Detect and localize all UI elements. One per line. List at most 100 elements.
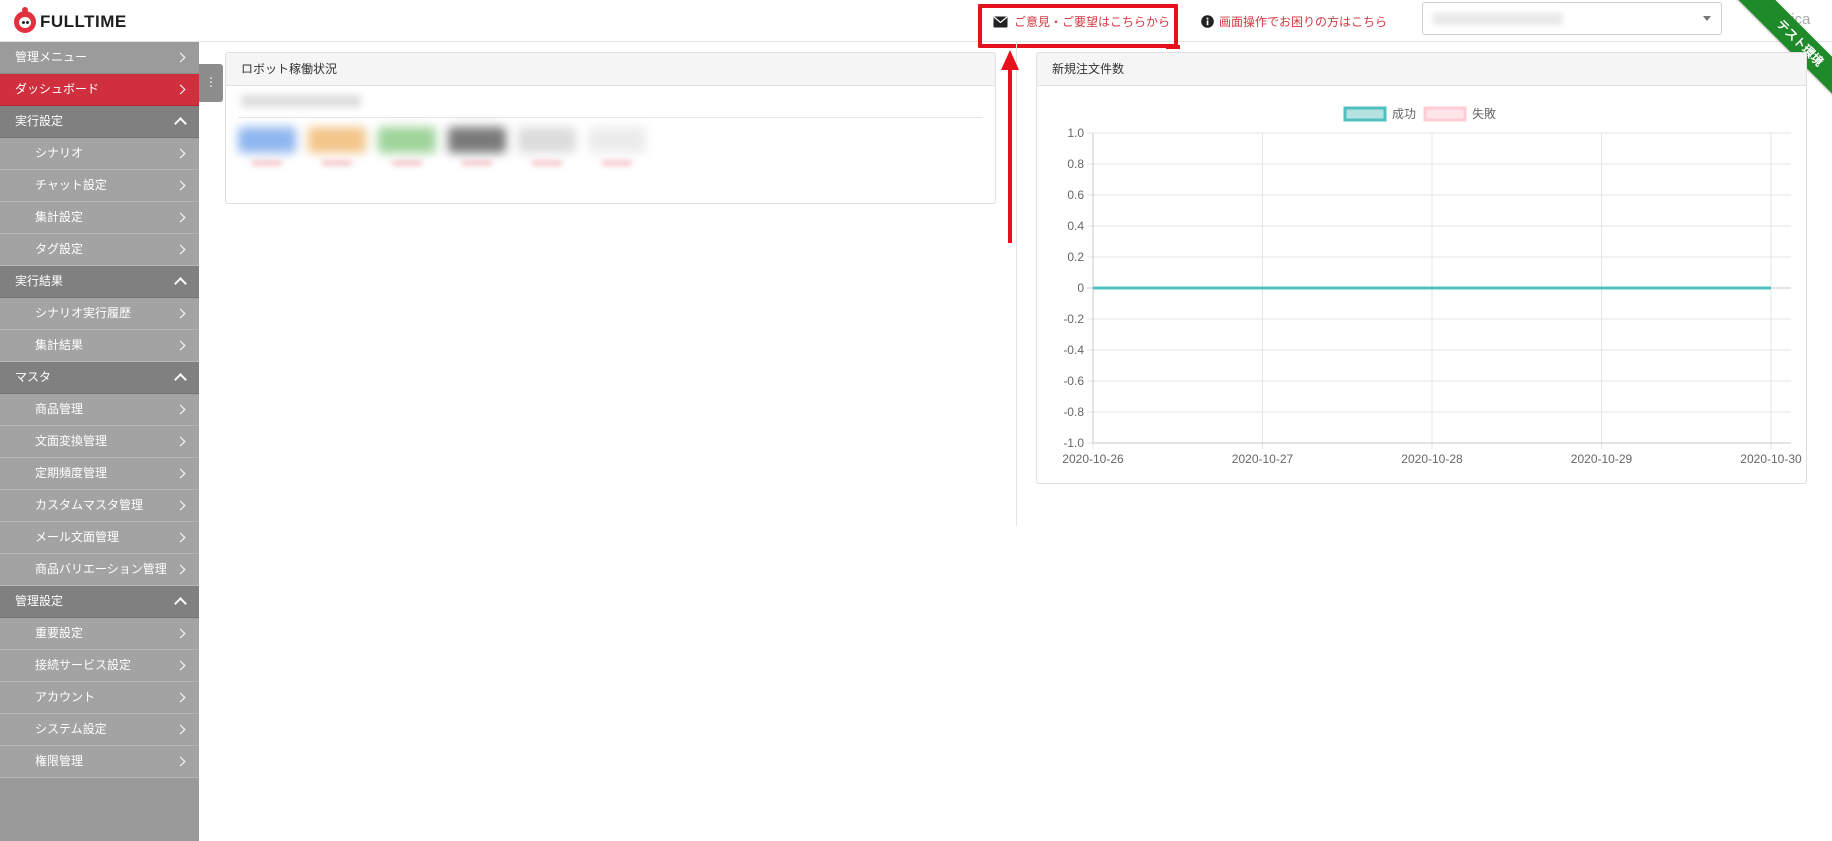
y-tick-label: -0.8: [1063, 405, 1084, 419]
sidebar-item[interactable]: シナリオ: [0, 138, 199, 170]
chevron-right-icon: [175, 84, 186, 95]
sidebar-item[interactable]: 重要設定: [0, 618, 199, 650]
robot-status-panel: ロボット稼働状況: [225, 52, 996, 204]
sidebar-item[interactable]: 文面変換管理: [0, 426, 199, 458]
sidebar-item-label: 集計結果: [35, 338, 84, 352]
chevron-right-icon: [175, 340, 186, 351]
sidebar-item-label: メール文面管理: [35, 530, 120, 544]
chevron-right-icon: [175, 148, 186, 159]
sidebar-item[interactable]: 集計設定: [0, 202, 199, 234]
sidebar-item[interactable]: 権限管理: [0, 746, 199, 778]
new-orders-chart: 1.0 0.8 0.6 0.4 0.2 0 -0.2 -0.4 -0.6 -0.8 -1.0 2020…: [1062, 106, 1802, 466]
chevron-right-icon: [175, 500, 186, 511]
chevron-up-icon: [174, 373, 187, 386]
sidebar-item[interactable]: カスタムマスタ管理: [0, 490, 199, 522]
sidebar-item-label: 実行設定: [15, 114, 64, 128]
environment-select[interactable]: [1422, 2, 1722, 35]
sidebar-item-label: 商品管理: [35, 402, 84, 416]
sidebar-section-header[interactable]: 実行結果: [0, 266, 199, 298]
sidebar-item[interactable]: 接続サービス設定: [0, 650, 199, 682]
y-tick-label: 0.2: [1067, 250, 1084, 264]
robot-status-chip-label: [602, 161, 632, 165]
logo-text: FULLTIME: [40, 12, 127, 31]
sidebar-item-label: カスタムマスタ管理: [35, 498, 144, 512]
chevron-right-icon: [175, 660, 186, 671]
annotation-arrow-line: [1008, 65, 1012, 243]
legend-label: 失敗: [1472, 106, 1496, 121]
sidebar-item-label: 商品バリエーション管理: [35, 562, 167, 576]
y-tick-label: -1.0: [1063, 436, 1084, 450]
sidebar-toggle-button[interactable]: ⋮: [199, 64, 223, 102]
legend-label: 成功: [1392, 107, 1416, 121]
x-tick-label: 2020-10-30: [1740, 452, 1802, 466]
sidebar-item[interactable]: シナリオ実行履歴: [0, 298, 199, 330]
chevron-right-icon: [175, 244, 186, 255]
sidebar-item-label: アカウント: [35, 690, 96, 704]
robot-status-title: ロボット稼働状況: [226, 53, 995, 86]
y-tick-label: 0: [1077, 281, 1084, 295]
sidebar-item[interactable]: ダッシュボード: [0, 74, 199, 106]
select-value-blurred: [1433, 13, 1563, 25]
x-tick-label: 2020-10-28: [1401, 452, 1463, 466]
sidebar-item-label: 定期頻度管理: [35, 466, 108, 480]
sidebar-item-label: タグ設定: [35, 242, 84, 256]
sidebar: 管理メニュー ダッシュボード実行設定シナリオチャット設定 集計設定タグ設定実行結果シ…: [0, 42, 199, 841]
sidebar-item-label: 管理設定: [15, 594, 64, 608]
info-icon: [1201, 15, 1214, 28]
sidebar-item[interactable]: チャット設定: [0, 170, 199, 202]
x-tick-label: 2020-10-27: [1232, 452, 1294, 466]
y-tick-label: -0.4: [1063, 343, 1084, 357]
sidebar-section-header[interactable]: 管理設定: [0, 586, 199, 618]
logo-mark-icon: [14, 11, 36, 33]
sidebar-item[interactable]: 集計結果: [0, 330, 199, 362]
robot-status-chip-label: [252, 161, 282, 165]
robot-status-chip-label: [532, 161, 562, 165]
sidebar-section-header[interactable]: マスタ: [0, 362, 199, 394]
sidebar-item[interactable]: 定期頻度管理: [0, 458, 199, 490]
x-tick-label: 2020-10-29: [1571, 452, 1633, 466]
chevron-right-icon: [175, 436, 186, 447]
chevron-right-icon: [175, 564, 186, 575]
chevron-up-icon: [174, 117, 187, 130]
chevron-right-icon: [175, 308, 186, 319]
new-orders-panel: 新規注文件数 1.0 0.8 0.6 0.4 0.2 0 -0.2 -0.4 -0.6 -0.8 -…: [1036, 52, 1807, 484]
sidebar-section-header[interactable]: 実行設定: [0, 106, 199, 138]
new-orders-title: 新規注文件数: [1037, 53, 1806, 86]
sidebar-item[interactable]: 商品管理: [0, 394, 199, 426]
chevron-right-icon: [175, 212, 186, 223]
y-tick-label: 0.6: [1067, 188, 1084, 202]
y-tick-label: 0.4: [1067, 219, 1084, 233]
chevron-up-icon: [174, 597, 187, 610]
chevron-up-icon: [174, 277, 187, 290]
fulltime-logo[interactable]: FULLTIME: [14, 10, 127, 34]
sidebar-item-label: マスタ: [15, 370, 52, 384]
y-tick-label: -0.6: [1063, 374, 1084, 388]
sidebar-item-label: シナリオ実行履歴: [35, 306, 132, 320]
robot-status-chip-label: [322, 161, 352, 165]
robot-subtitle-blurred: [241, 95, 361, 107]
robot-status-chip: [588, 127, 646, 153]
chevron-right-icon: [175, 756, 186, 767]
y-tick-label: 0.8: [1067, 157, 1084, 171]
legend-swatch: [1423, 106, 1467, 122]
sidebar-item[interactable]: 商品バリエーション管理: [0, 554, 199, 586]
chevron-right-icon: [175, 404, 186, 415]
sidebar-item[interactable]: システム設定: [0, 714, 199, 746]
sidebar-item[interactable]: タグ設定: [0, 234, 199, 266]
column-divider: [1016, 42, 1017, 526]
panel-divider: [238, 117, 983, 118]
sidebar-item-label: システム設定: [35, 722, 107, 736]
robot-status-chip: [518, 127, 576, 153]
sidebar-item[interactable]: 管理メニュー: [0, 42, 199, 74]
sidebar-item-label: チャット設定: [35, 178, 107, 192]
chevron-right-icon: [175, 468, 186, 479]
y-tick-label: -0.2: [1063, 312, 1084, 326]
help-link[interactable]: 画面操作でお困りの方はこちら: [1201, 13, 1387, 30]
sidebar-item[interactable]: アカウント: [0, 682, 199, 714]
top-header: FULLTIME ご意見・ご要望はこちらから 画面操作でお困りの方はこちら as…: [0, 0, 1832, 110]
sidebar-item-label: シナリオ: [35, 146, 84, 160]
sidebar-item[interactable]: メール文面管理: [0, 522, 199, 554]
sidebar-item-label: 集計設定: [35, 210, 84, 224]
chevron-right-icon: [175, 692, 186, 703]
robot-status-chip-label: [462, 161, 492, 165]
